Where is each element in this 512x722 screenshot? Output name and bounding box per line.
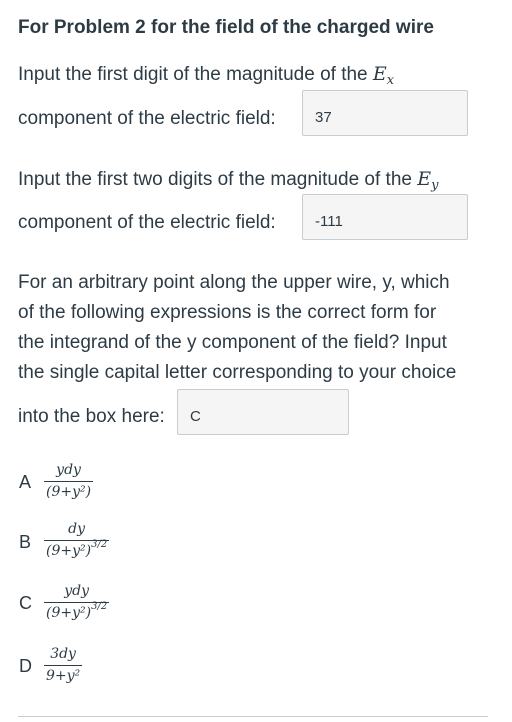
q1-field-symbol: Ex <box>372 63 395 88</box>
q3-last-line: into the box here: <box>18 406 165 427</box>
option-c-letter: C <box>19 593 32 613</box>
option-b-expression: dy (9+y²)3/2 <box>44 521 110 559</box>
q1-prompt-line1: Input the first digit of the magnitude o… <box>18 63 395 88</box>
fraction-bar <box>44 481 94 482</box>
q3-line: of the following expressions is the corr… <box>18 302 437 323</box>
bottom-divider <box>18 716 488 717</box>
q3-answer-input[interactable] <box>177 389 349 435</box>
fraction-bar <box>44 665 83 666</box>
q3-line: For an arbitrary point along the upper w… <box>18 272 450 293</box>
q3-prompt: For an arbitrary point along the upper w… <box>18 268 488 388</box>
q2-prompt-line1: Input the first two digits of the magnit… <box>18 168 439 193</box>
q1-prompt-text: Input the first digit of the magnitude o… <box>18 64 368 85</box>
option-d-letter: D <box>19 656 32 676</box>
q2-field-symbol: Ey <box>417 168 439 193</box>
option-b-letter: B <box>19 532 32 552</box>
problem-title: For Problem 2 for the field of the charg… <box>18 17 434 38</box>
option-c-expression: ydy (9+y²)3/2 <box>44 583 110 621</box>
q2-prompt-text: Input the first two digits of the magnit… <box>18 169 412 190</box>
q3-line: the integrand of the y component of the … <box>18 332 447 353</box>
option-d-expression: 3dy 9+y² <box>44 646 83 684</box>
q1-prompt-line2: component of the electric field: <box>18 108 276 129</box>
option-a-expression: ydy (9+y²) <box>44 462 94 500</box>
q3-line: the single capital letter corresponding … <box>18 362 457 383</box>
q1-answer-input[interactable] <box>302 90 468 136</box>
q2-answer-input[interactable] <box>302 194 468 240</box>
option-a-letter: A <box>19 472 32 492</box>
q2-prompt-line2: component of the electric field: <box>18 212 276 233</box>
